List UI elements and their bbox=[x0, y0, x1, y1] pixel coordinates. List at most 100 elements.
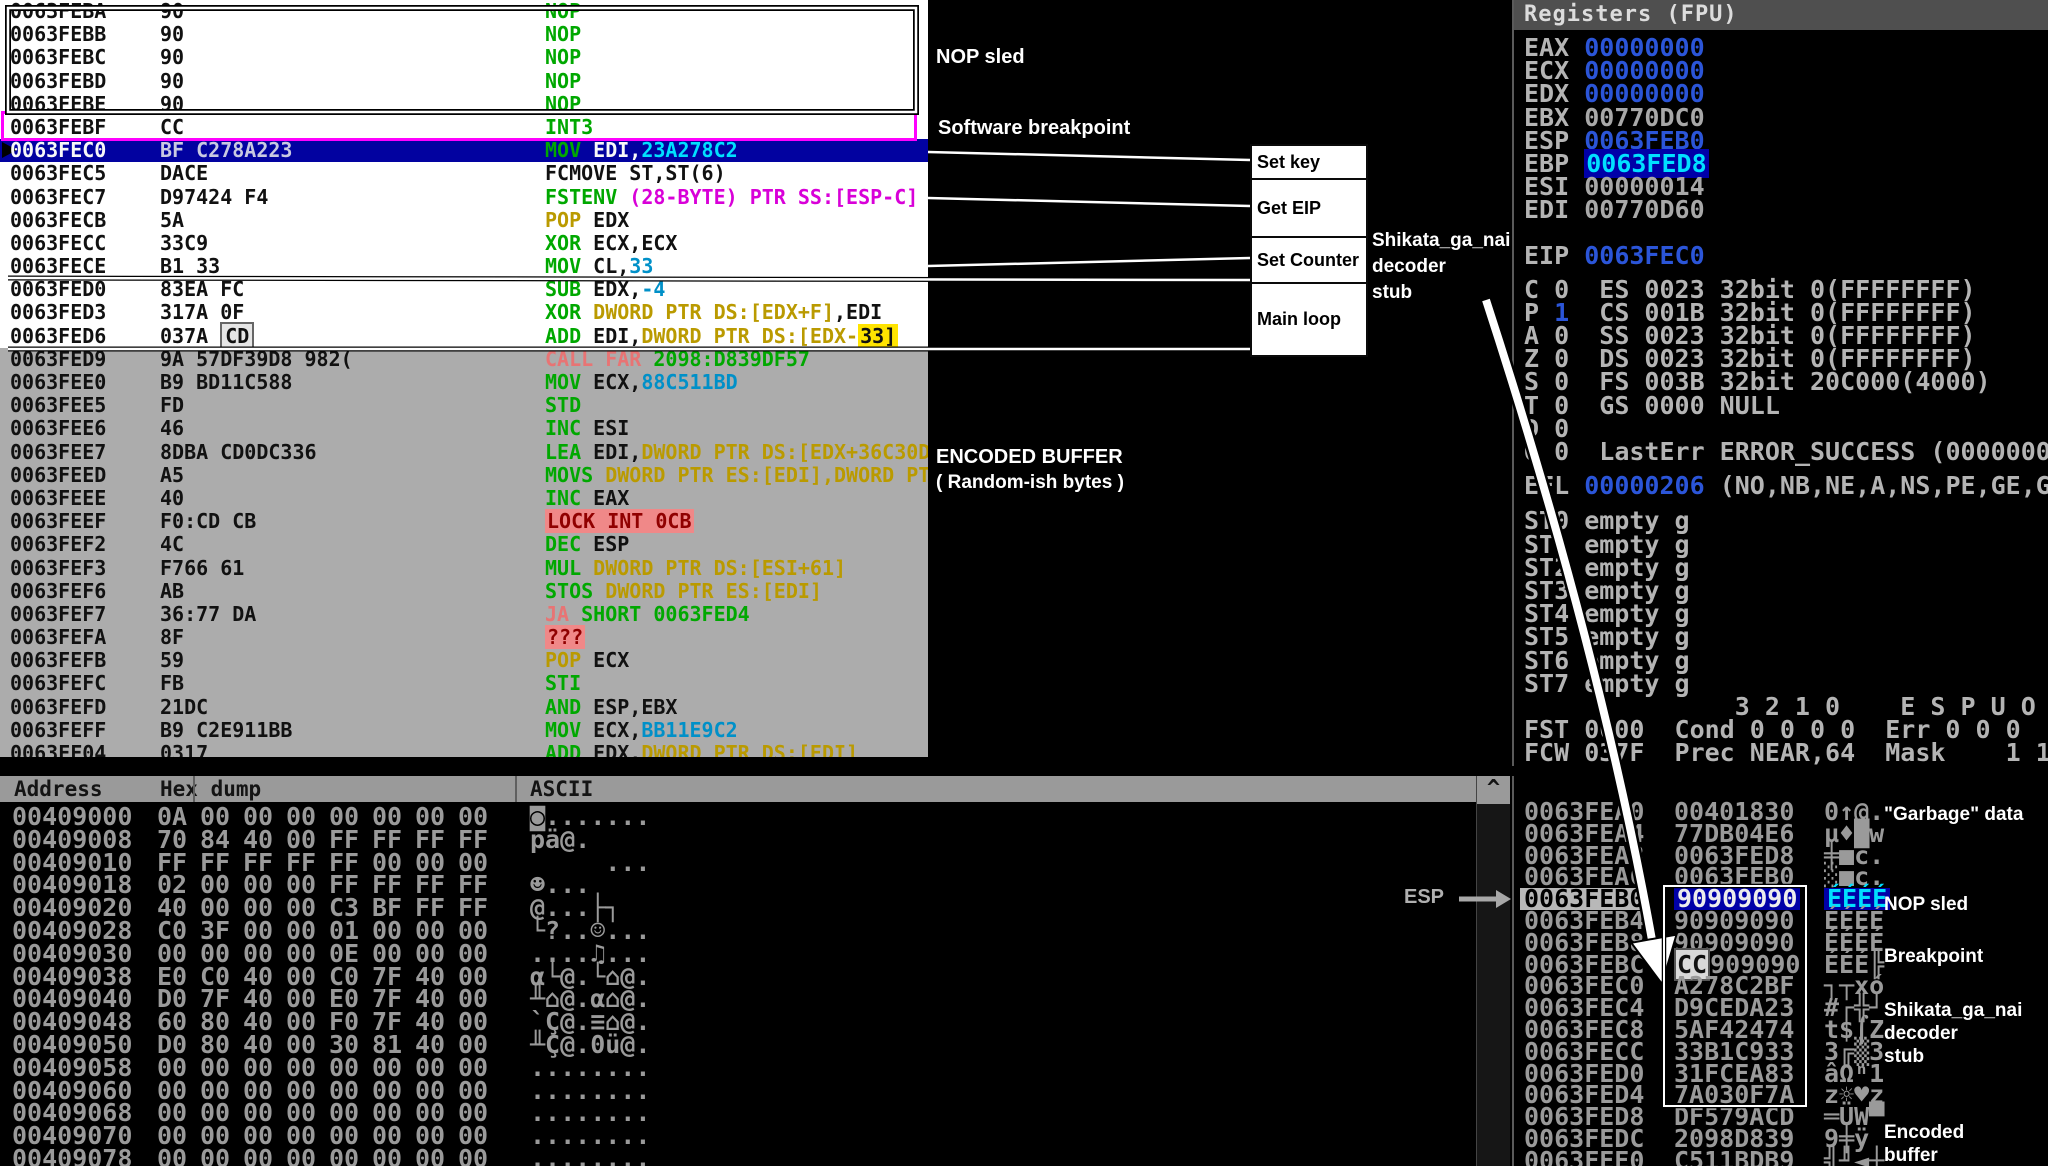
disasm-instruction[interactable]: ADD EDX,DWORD PTR DS:[EDI] bbox=[545, 741, 858, 757]
disasm-address[interactable]: 0063FED9 bbox=[10, 347, 106, 371]
disasm-address[interactable]: 0063FF04 bbox=[10, 741, 106, 757]
disasm-instruction[interactable]: ADD EDI,DWORD PTR DS:[EDX- 33] bbox=[545, 323, 899, 348]
disasm-instruction[interactable]: CALL FAR 2098:D839DF57 bbox=[545, 347, 810, 371]
disasm-address[interactable]: 0063FEFB bbox=[10, 649, 106, 672]
disasm-address[interactable]: 0063FEBA bbox=[10, 0, 106, 23]
disasm-instruction[interactable]: LOCK INT 0CB bbox=[545, 509, 694, 534]
disasm-hexbytes[interactable]: 8F bbox=[160, 625, 184, 649]
stack-address[interactable]: 0063FEE0 bbox=[1524, 1148, 1644, 1166]
disasm-instruction[interactable]: ??? bbox=[545, 625, 586, 650]
hexdump-bytes[interactable]: 00 00 00 00 00 00 00 00 bbox=[157, 1146, 501, 1166]
disasm-hexbytes[interactable]: 36:77 DA bbox=[160, 602, 256, 626]
disasm-row[interactable]: 0063FEE6 46 INC ESI bbox=[0, 417, 928, 441]
disasm-instruction[interactable]: MOV ECX,BB11E9C2 bbox=[545, 718, 738, 742]
disasm-instruction[interactable]: NOP bbox=[545, 0, 581, 23]
disasm-address[interactable]: 0063FEF7 bbox=[10, 602, 106, 626]
fcw-row[interactable]: FCW 037F Prec NEAR,64 Mask 1 1 bbox=[1524, 740, 2048, 765]
disasm-hexbytes[interactable]: 4C bbox=[160, 533, 184, 556]
disasm-instruction[interactable]: XOR ECX,ECX bbox=[545, 231, 677, 255]
hex-byte[interactable]: 00 bbox=[458, 1146, 501, 1166]
disasm-instruction[interactable]: SUB EDX,-4 bbox=[545, 278, 665, 301]
hex-byte[interactable]: 00 bbox=[329, 1146, 372, 1166]
hexdump-address[interactable]: 00409078 bbox=[12, 1146, 132, 1166]
disasm-hexbytes[interactable]: 83EA FC bbox=[160, 278, 244, 301]
disasm-hexbytes[interactable]: A5 bbox=[160, 463, 184, 487]
disasm-row[interactable]: 0063FEFA 8F??? bbox=[0, 625, 928, 650]
disasm-address[interactable]: 0063FEE0 bbox=[10, 370, 106, 394]
disasm-instruction[interactable]: MOV CL,33 bbox=[545, 254, 653, 278]
disasm-hexbytes[interactable]: FD bbox=[160, 394, 184, 417]
disasm-address[interactable]: 0063FEF3 bbox=[10, 556, 106, 580]
disasm-row[interactable]: 0063FEC5 DACE FCMOVE ST,ST(6) bbox=[0, 162, 928, 185]
disasm-row[interactable]: 0063FEED A5 MOVS DWORD PTR ES:[EDI],DWORD … bbox=[0, 463, 928, 487]
disasm-row[interactable]: 0063FEFB 59 POP ECX bbox=[0, 649, 928, 673]
disasm-hexbytes[interactable]: 90 bbox=[160, 69, 184, 93]
disasm-row[interactable]: 0063FEC7 D97424 F4 FSTENV (28-BYTE) PTR SS… bbox=[0, 185, 928, 209]
disasm-hexbytes[interactable]: 8DBA CD0DC336 bbox=[160, 440, 317, 464]
disasm-instruction[interactable]: MUL DWORD PTR DS:[ESI+61] bbox=[545, 556, 846, 580]
disasm-instruction[interactable]: POP ECX bbox=[545, 649, 629, 672]
disasm-hexbytes[interactable]: 5A bbox=[160, 208, 184, 232]
disasm-hexbytes[interactable]: 33C9 bbox=[160, 231, 208, 255]
column-separator[interactable] bbox=[515, 776, 517, 802]
eip-row[interactable]: EIP 0063FEC0 bbox=[1524, 243, 2048, 268]
disasm-instruction[interactable]: MOVS DWORD PTR ES:[EDI],DWORD PTR bbox=[545, 463, 928, 487]
disasm-row[interactable]: 0063FECC 33C9 XOR ECX,ECX bbox=[0, 231, 928, 255]
disasm-hexbytes[interactable]: 40 bbox=[160, 486, 184, 510]
stack-value[interactable]: C511BDB9 bbox=[1674, 1148, 1794, 1166]
disasm-instruction[interactable]: STD bbox=[545, 394, 581, 417]
disasm-instruction[interactable]: NOP bbox=[545, 23, 581, 46]
disasm-address[interactable]: 0063FEE7 bbox=[10, 440, 106, 464]
flag-row[interactable]: O 0 LastErr ERROR_SUCCESS (0000000 bbox=[1524, 439, 2048, 464]
disasm-hexbytes[interactable]: 46 bbox=[160, 417, 184, 440]
disasm-instruction[interactable]: INC EAX bbox=[545, 486, 629, 510]
disasm-instruction[interactable]: XOR DWORD PTR DS:[EDX+F],EDI bbox=[545, 301, 882, 324]
disasm-hexbytes[interactable]: 59 bbox=[160, 649, 184, 672]
disasm-address[interactable]: 0063FEED bbox=[10, 463, 106, 487]
disasm-hexbytes[interactable]: 037A CD bbox=[160, 321, 255, 350]
disasm-address[interactable]: 0063FEBB bbox=[10, 22, 106, 46]
hex-byte[interactable]: 00 bbox=[200, 1146, 243, 1166]
hexdump-header-ascii[interactable]: ASCII bbox=[530, 776, 593, 802]
hex-byte[interactable]: 00 bbox=[415, 1146, 458, 1166]
hex-byte[interactable]: 00 bbox=[372, 1146, 415, 1166]
disasm-address[interactable]: 0063FEBD bbox=[10, 69, 106, 93]
disasm-hexbytes[interactable]: FB bbox=[160, 672, 184, 695]
disasm-row[interactable]: 0063FEF3 F766 61 MUL DWORD PTR DS:[ESI+61] bbox=[0, 556, 928, 580]
disasm-row[interactable]: 0063FEF6 AB STOS DWORD PTR ES:[EDI] bbox=[0, 579, 928, 603]
flag-row[interactable]: T 0 GS 0000 NULL bbox=[1524, 393, 2048, 418]
disasm-instruction[interactable]: NOP bbox=[545, 46, 581, 69]
efl-row[interactable]: EFL 00000206 (NO,NB,NE,A,NS,PE,GE,G bbox=[1524, 473, 2048, 498]
disasm-row[interactable]: 0063FEE7 8DBA CD0DC336 LEA EDI,DWORD PTR D… bbox=[0, 440, 928, 464]
disasm-hexbytes[interactable]: 21DC bbox=[160, 695, 208, 719]
disasm-instruction[interactable]: STOS DWORD PTR ES:[EDI] bbox=[545, 579, 822, 603]
hexdump-scrollbar[interactable]: ^ bbox=[1476, 776, 1510, 1166]
disasm-row[interactable]: 0063FEF2 4C DEC ESP bbox=[0, 533, 928, 557]
disasm-hexbytes[interactable]: F766 61 bbox=[160, 556, 244, 580]
disasm-address[interactable]: 0063FEFD bbox=[10, 695, 106, 719]
disasm-address[interactable]: 0063FEE5 bbox=[10, 393, 106, 417]
disasm-row[interactable]: 0063FED0 83EA FC SUB EDX,-4 bbox=[0, 278, 928, 301]
disasm-address[interactable]: 0063FEC0 bbox=[10, 138, 106, 162]
disasm-row[interactable]: 0063FEFF B9 C2E911BB MOV ECX,BB11E9C2 bbox=[0, 718, 928, 742]
disasm-hexbytes[interactable]: B1 33 bbox=[160, 254, 220, 278]
disasm-row[interactable]: 0063FED6 037A CD ADD EDI,DWORD PTR DS:[EDX… bbox=[0, 321, 928, 350]
disasm-hexbytes[interactable]: DACE bbox=[160, 162, 208, 185]
disasm-hexbytes[interactable]: B9 BD11C588 bbox=[160, 370, 292, 394]
disasm-instruction[interactable]: NOP bbox=[545, 69, 581, 93]
disasm-hexbytes[interactable]: B9 C2E911BB bbox=[160, 718, 292, 742]
disasm-address[interactable]: 0063FEFC bbox=[10, 672, 106, 695]
disasm-hexbytes[interactable]: 90 bbox=[160, 0, 184, 23]
disasm-address[interactable]: 0063FEC7 bbox=[10, 185, 106, 209]
hex-byte[interactable]: 00 bbox=[157, 1146, 200, 1166]
disasm-instruction[interactable]: DEC ESP bbox=[545, 533, 629, 556]
disasm-hexbytes[interactable]: 90 bbox=[160, 23, 184, 46]
column-separator[interactable] bbox=[193, 776, 195, 802]
disasm-row[interactable]: 0063FEBB 90 NOP bbox=[0, 22, 928, 46]
disasm-address[interactable]: 0063FEFF bbox=[10, 718, 106, 742]
hexdump-ascii[interactable]: ........ bbox=[530, 1146, 650, 1166]
disasm-address[interactable]: 0063FECE bbox=[10, 254, 106, 278]
disasm-address[interactable]: 0063FEBC bbox=[10, 46, 106, 69]
disasm-address[interactable]: 0063FEEE bbox=[10, 486, 106, 510]
disasm-hexbytes[interactable]: D97424 F4 bbox=[160, 185, 268, 209]
